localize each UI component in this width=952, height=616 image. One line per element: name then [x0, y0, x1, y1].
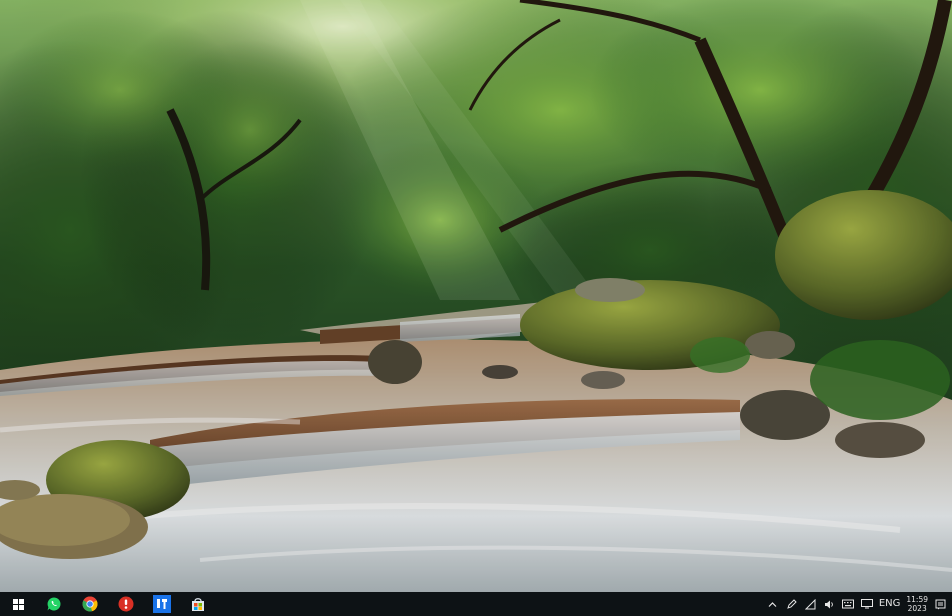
tray-pen[interactable]: [782, 592, 801, 616]
tray-display[interactable]: [858, 592, 877, 616]
chevron-up-icon: [768, 600, 777, 609]
chrome-icon: [82, 596, 98, 612]
wallpaper-image: [0, 0, 952, 592]
taskbar-app-chrome[interactable]: [72, 592, 108, 616]
taskbar: ENG 11:59 2023: [0, 592, 952, 616]
notification-icon: [935, 595, 946, 614]
tray-overflow-button[interactable]: [763, 592, 782, 616]
taskbar-app-store[interactable]: [180, 592, 216, 616]
language-indicator[interactable]: ENG: [877, 592, 903, 616]
clock-time: 11:59: [906, 595, 928, 604]
store-bag-icon: [190, 596, 206, 612]
security-app-icon: [118, 596, 134, 612]
clock-date: 2023: [907, 604, 927, 613]
clock[interactable]: 11:59 2023: [902, 592, 932, 616]
volume-icon: [824, 599, 835, 610]
network-icon: [804, 598, 816, 610]
windows-logo-icon: [12, 598, 24, 610]
taskbar-app-security[interactable]: [108, 592, 144, 616]
desktop: ENG 11:59 2023: [0, 0, 952, 616]
display-icon: [861, 599, 874, 609]
taskbar-app-blue[interactable]: [144, 592, 180, 616]
pen-icon: [786, 598, 797, 610]
whatsapp-icon: [46, 596, 62, 612]
taskbar-left: [0, 592, 216, 616]
tray-network[interactable]: [801, 592, 820, 616]
notification-center-button[interactable]: [932, 592, 948, 616]
system-tray: ENG 11:59 2023: [763, 592, 952, 616]
taskbar-app-whatsapp[interactable]: [36, 592, 72, 616]
blue-app-icon: [153, 595, 171, 613]
tray-volume[interactable]: [820, 592, 839, 616]
start-button[interactable]: [0, 592, 36, 616]
tray-keyboard[interactable]: [839, 592, 858, 616]
keyboard-icon: [842, 599, 855, 609]
